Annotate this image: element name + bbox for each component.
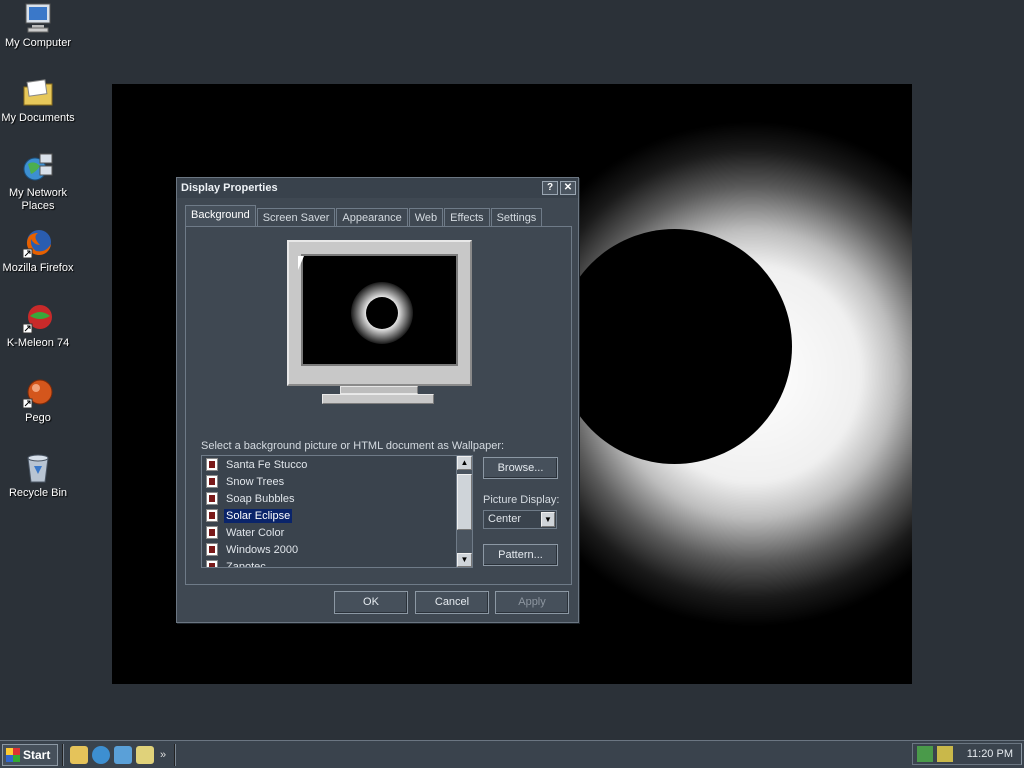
monitor-stand-neck — [340, 386, 418, 394]
desktop-icon-my-documents[interactable]: My Documents — [0, 77, 76, 125]
ok-button[interactable]: OK — [334, 591, 408, 614]
network-globe-icon — [22, 152, 54, 184]
taskbar-separator — [174, 743, 177, 766]
background-tab-panel: Select a background picture or HTML docu… — [185, 226, 572, 585]
clock[interactable]: 11:20 PM — [967, 748, 1013, 760]
outlook-express-icon[interactable] — [114, 745, 132, 764]
network-tray-icon[interactable] — [917, 746, 933, 762]
image-file-icon — [206, 509, 218, 522]
start-button[interactable]: Start — [2, 743, 58, 766]
scroll-down-arrow-icon[interactable]: ▼ — [457, 553, 472, 567]
list-item[interactable]: Windows 2000 — [202, 541, 472, 558]
scrollbar-thumb[interactable] — [457, 474, 472, 530]
tab-web[interactable]: Web — [408, 208, 444, 227]
wallpaper-instruction: Select a background picture or HTML docu… — [201, 440, 505, 452]
internet-explorer-icon[interactable] — [92, 745, 110, 764]
list-item[interactable]: Water Color — [202, 524, 472, 541]
list-item[interactable]: Snow Trees — [202, 473, 472, 490]
desktop-icon-label: Mozilla Firefox — [2, 262, 74, 274]
monitor-preview — [287, 240, 472, 386]
monitor-preview-screen — [321, 270, 439, 360]
picture-display-value: Center — [488, 513, 522, 525]
tab-screen-saver[interactable]: Screen Saver — [256, 208, 336, 227]
image-file-icon — [206, 543, 218, 556]
picture-display-select[interactable]: Center ▼ — [483, 510, 557, 529]
tab-appearance[interactable]: Appearance — [336, 208, 408, 227]
pego-icon — [22, 377, 54, 409]
desktop-icon-mozilla-firefox[interactable]: Mozilla Firefox — [0, 227, 76, 275]
desktop-icon-label: K-Meleon 74 — [6, 337, 70, 349]
monitor-stand-base — [322, 394, 434, 404]
list-item-selected[interactable]: Solar Eclipse — [202, 507, 472, 524]
desktop-icon-label: My Network Places — [8, 187, 68, 212]
desktop-icon-label: Pego — [25, 412, 51, 424]
windows-logo-icon — [6, 747, 20, 762]
image-file-icon — [206, 475, 218, 488]
apply-button[interactable]: Apply — [495, 591, 569, 614]
desktop-icon-recycle-bin[interactable]: Recycle Bin — [0, 452, 76, 500]
k-meleon-icon — [22, 302, 54, 334]
firefox-icon — [22, 227, 54, 259]
taskbar: Start » 11:20 PM — [0, 740, 1024, 768]
cancel-button[interactable]: Cancel — [415, 591, 489, 614]
desktop-icon-k-meleon[interactable]: K-Meleon 74 — [0, 302, 76, 350]
desktop-icon-label: My Documents — [1, 112, 75, 124]
dialog-titlebar[interactable]: Display Properties ? ✕ — [177, 178, 578, 198]
tab-settings[interactable]: Settings — [490, 208, 543, 227]
wallpaper-list[interactable]: Santa Fe Stucco Snow Trees Soap Bubbles … — [201, 455, 473, 568]
tab-strip: Background Screen Saver Appearance Web E… — [185, 205, 543, 227]
desktop-icon-label: Recycle Bin — [8, 487, 68, 499]
display-properties-dialog: Display Properties ? ✕ Background Screen… — [176, 177, 579, 623]
tab-effects[interactable]: Effects — [444, 208, 490, 227]
image-file-icon — [206, 560, 218, 567]
help-button[interactable]: ? — [542, 181, 558, 195]
volume-tray-icon[interactable] — [937, 746, 953, 762]
desktop-icon-my-network-places[interactable]: My Network Places — [0, 152, 76, 213]
eclipse-moon — [557, 229, 792, 464]
dialog-title: Display Properties — [181, 182, 278, 194]
monitor-bezel — [301, 254, 458, 366]
picture-display-label: Picture Display: — [483, 494, 560, 506]
pattern-button[interactable]: Pattern... — [483, 544, 558, 566]
preview-eclipse-moon — [366, 297, 398, 329]
close-button[interactable]: ✕ — [560, 181, 576, 195]
image-file-icon — [206, 492, 218, 505]
quick-launch-chevron-icon[interactable]: » — [160, 749, 166, 761]
browse-button[interactable]: Browse... — [483, 457, 558, 479]
image-file-icon — [206, 526, 218, 539]
tab-background[interactable]: Background — [185, 205, 256, 227]
desktop-icon-label: My Computer — [4, 37, 72, 49]
folder-documents-icon — [22, 77, 54, 109]
wallpaper-list-scrollbar[interactable]: ▲ ▼ — [456, 456, 472, 567]
list-item[interactable]: Santa Fe Stucco — [202, 456, 472, 473]
system-tray: 11:20 PM — [912, 743, 1022, 765]
mouse-pointer-icon — [298, 256, 304, 270]
computer-icon — [22, 2, 54, 34]
chevron-down-icon[interactable]: ▼ — [541, 512, 555, 527]
start-label: Start — [23, 747, 51, 762]
taskbar-separator — [62, 743, 64, 766]
explorer-folder-icon[interactable] — [136, 745, 154, 764]
scroll-up-arrow-icon[interactable]: ▲ — [457, 456, 472, 470]
desktop-icon-my-computer[interactable]: My Computer — [0, 2, 76, 50]
show-desktop-icon[interactable] — [70, 745, 88, 764]
desktop-icon-pego[interactable]: Pego — [0, 377, 76, 425]
recycle-bin-icon — [22, 452, 54, 484]
image-file-icon — [206, 458, 218, 471]
list-item[interactable]: Zapotec — [202, 558, 472, 567]
list-item[interactable]: Soap Bubbles — [202, 490, 472, 507]
